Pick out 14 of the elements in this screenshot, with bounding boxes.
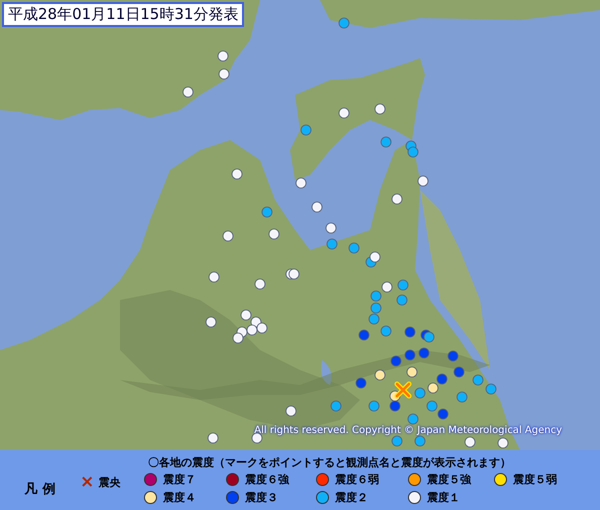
- intensity-label: 震度２: [335, 490, 368, 505]
- intensity-label: 震度４: [163, 490, 196, 505]
- intensity-label: 震度７: [163, 472, 196, 487]
- intensity-label: 震度３: [245, 490, 278, 505]
- legend-label: 凡 例: [23, 481, 56, 498]
- intensity-label: 震度１: [427, 490, 460, 505]
- intensity-label: 震度５強: [427, 472, 471, 487]
- intensity-label: 震度５弱: [513, 472, 557, 487]
- epicenter-label: 震央: [98, 474, 120, 490]
- intensity-label: 震度６強: [245, 472, 289, 487]
- epicenter-mark: ×: [80, 474, 94, 490]
- legend-heading: 〇各地の震度（マークをポイントすると観測点名と震度が表示されます）: [148, 455, 512, 470]
- issue-time-title: 平成28年01月11日15時31分発表: [2, 2, 244, 27]
- intensity-label: 震度６弱: [335, 472, 379, 487]
